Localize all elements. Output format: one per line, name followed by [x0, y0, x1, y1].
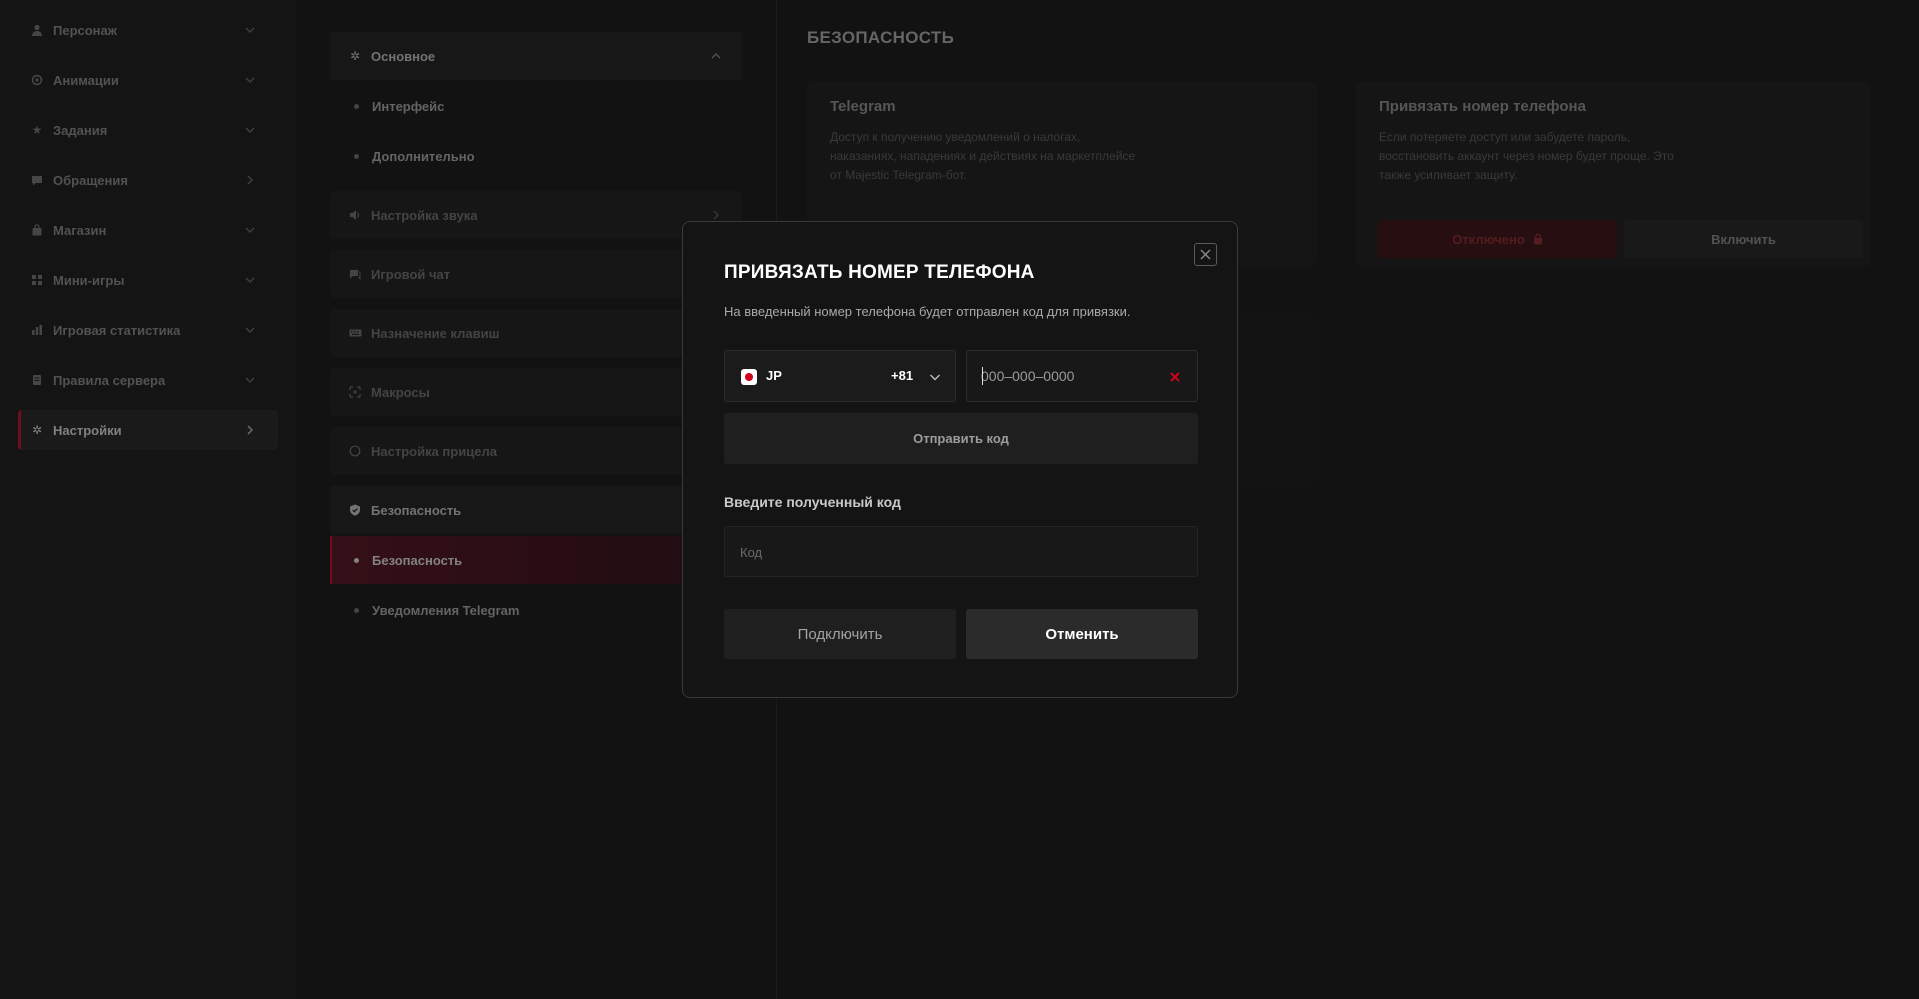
phone-number-field: [966, 350, 1198, 402]
code-field: [724, 526, 1198, 577]
text-cursor: [982, 367, 983, 385]
code-field-label: Введите полученный код: [724, 494, 901, 510]
bind-phone-modal: ПРИВЯЗАТЬ НОМЕР ТЕЛЕФОНА На введенный но…: [682, 221, 1238, 698]
clear-input-icon[interactable]: [1167, 369, 1183, 385]
phone-number-input[interactable]: [981, 365, 1151, 387]
modal-title: ПРИВЯЗАТЬ НОМЕР ТЕЛЕФОНА: [724, 262, 1035, 283]
cancel-button[interactable]: Отменить: [966, 609, 1198, 659]
close-button[interactable]: [1194, 243, 1217, 266]
code-input[interactable]: [740, 542, 1180, 562]
country-code: JP: [766, 368, 782, 383]
dial-code: +81: [891, 368, 914, 383]
close-icon: [1200, 249, 1211, 260]
send-code-button[interactable]: Отправить код: [724, 413, 1198, 464]
country-select[interactable]: JP +81: [724, 350, 956, 402]
japan-flag-icon: [741, 369, 757, 385]
chevron-down-icon: [927, 369, 943, 385]
modal-description: На введенный номер телефона будет отправ…: [724, 304, 1131, 319]
connect-button[interactable]: Подключить: [724, 609, 956, 659]
